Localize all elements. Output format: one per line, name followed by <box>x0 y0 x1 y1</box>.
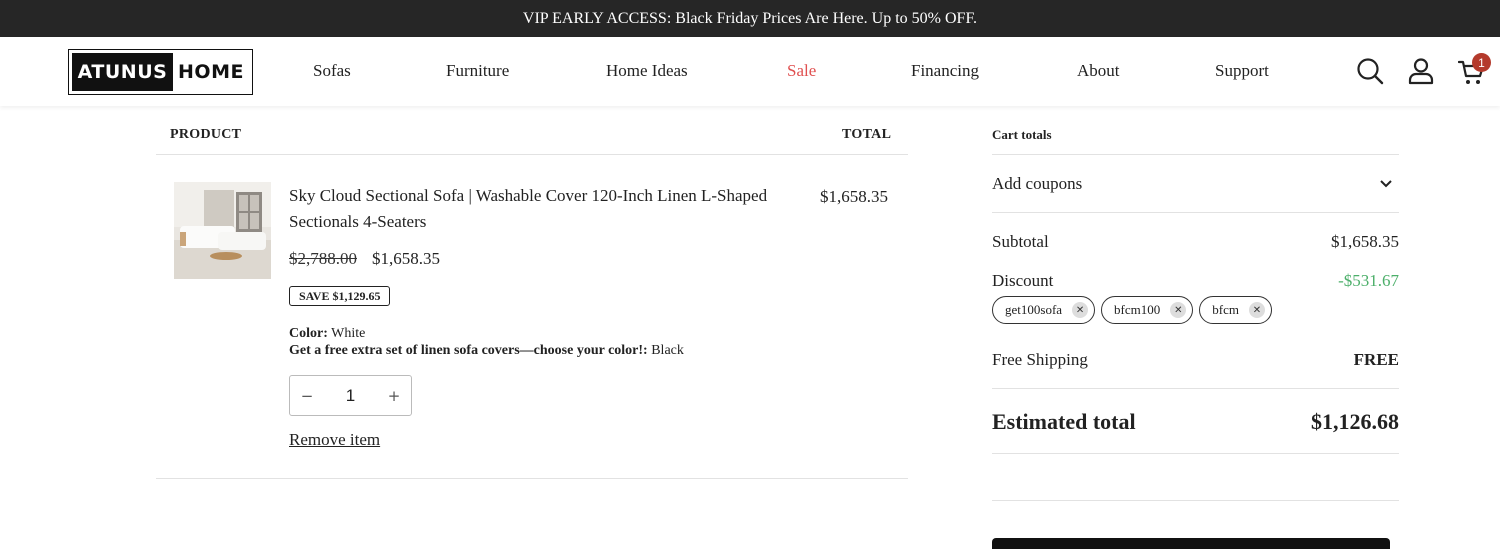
option-cover-label: Get a free extra set of linen sofa cover… <box>289 343 648 358</box>
coupon-chip: bfcm100 ✕ <box>1101 296 1194 324</box>
shipping-label: Free Shipping <box>992 350 1088 369</box>
nav-sale[interactable]: Sale <box>787 61 816 81</box>
coupon-code: bfcm100 <box>1114 302 1161 317</box>
save-badge: SAVE $1,129.65 <box>289 286 391 306</box>
discount-value: -$531.67 <box>1338 271 1399 290</box>
announcement-text: VIP EARLY ACCESS: Black Friday Prices Ar… <box>522 9 978 27</box>
coupon-chip: bfcm ✕ <box>1199 296 1272 324</box>
estimated-total-value: $1,126.68 <box>1311 409 1399 434</box>
chevron-down-icon <box>1379 174 1393 194</box>
nav-about[interactable]: About <box>1077 61 1120 81</box>
increase-quantity-button[interactable]: + <box>377 387 411 405</box>
subtotal-row: Subtotal $1,658.35 <box>992 231 1399 253</box>
divider <box>992 388 1399 389</box>
nav-furniture[interactable]: Furniture <box>446 61 509 81</box>
logo-part-1: ATUNUS <box>72 53 173 91</box>
quantity-input[interactable]: 1 <box>324 386 377 406</box>
divider <box>156 154 908 155</box>
nav-support[interactable]: Support <box>1215 61 1269 81</box>
column-product-header: PRODUCT <box>170 127 242 142</box>
option-color-value: White <box>331 326 366 341</box>
remove-coupon-icon[interactable]: ✕ <box>1248 302 1265 318</box>
nav-sofas[interactable]: Sofas <box>313 61 351 81</box>
coupon-code: get100sofa <box>1005 302 1063 317</box>
decrease-quantity-button[interactable]: − <box>290 387 324 405</box>
divider <box>992 500 1399 501</box>
sale-price: $1,658.35 <box>372 249 440 268</box>
coupon-code: bfcm <box>1212 302 1239 317</box>
add-coupons-label: Add coupons <box>992 174 1083 193</box>
quantity-stepper: − 1 + <box>289 375 412 416</box>
estimated-total-row: Estimated total $1,126.68 <box>992 408 1399 436</box>
divider <box>992 212 1399 213</box>
line-total: $1,658.35 <box>820 187 888 206</box>
subtotal-value: $1,658.35 <box>1331 232 1399 251</box>
remove-coupon-icon[interactable]: ✕ <box>1072 302 1089 318</box>
divider <box>992 453 1399 454</box>
column-total-header: TOTAL <box>842 127 892 142</box>
add-coupons-toggle[interactable]: Add coupons <box>992 172 1399 196</box>
nav-home-ideas[interactable]: Home Ideas <box>606 61 688 81</box>
divider <box>156 478 908 479</box>
site-header: ATUNUS HOME Sofas Furniture Home Ideas S… <box>0 37 1500 106</box>
coupon-chip: get100sofa ✕ <box>992 296 1096 324</box>
option-color-label: Color: <box>289 326 328 341</box>
logo[interactable]: ATUNUS HOME <box>68 49 253 95</box>
shipping-value: FREE <box>1353 350 1399 369</box>
announcement-bar: VIP EARLY ACCESS: Black Friday Prices Ar… <box>0 0 1500 37</box>
original-price: $2,788.00 <box>289 249 357 268</box>
remove-coupon-icon[interactable]: ✕ <box>1170 302 1187 318</box>
divider <box>992 154 1399 155</box>
nav-financing[interactable]: Financing <box>911 61 979 81</box>
search-icon[interactable] <box>1356 57 1384 90</box>
logo-part-2: HOME <box>178 61 244 83</box>
applied-coupons: get100sofa ✕ bfcm100 ✕ bfcm ✕ <box>992 296 1272 324</box>
discount-row: Discount -$531.67 <box>992 270 1399 292</box>
subtotal-label: Subtotal <box>992 232 1049 251</box>
user-icon[interactable] <box>1408 57 1436 90</box>
option-cover-color: Get a free extra set of linen sofa cover… <box>289 343 684 359</box>
product-thumbnail[interactable] <box>174 182 271 279</box>
cart-totals-heading: Cart totals <box>992 127 1052 142</box>
cart-count-badge: 1 <box>1472 53 1491 72</box>
checkout-button[interactable] <box>992 538 1390 549</box>
shipping-row: Free Shipping FREE <box>992 349 1399 371</box>
option-color: Color: White <box>289 326 365 342</box>
option-cover-value: Black <box>651 343 684 358</box>
estimated-total-label: Estimated total <box>992 409 1136 434</box>
remove-item-link[interactable]: Remove item <box>289 430 380 450</box>
discount-label: Discount <box>992 271 1054 290</box>
product-name[interactable]: Sky Cloud Sectional Sofa | Washable Cove… <box>289 183 769 235</box>
